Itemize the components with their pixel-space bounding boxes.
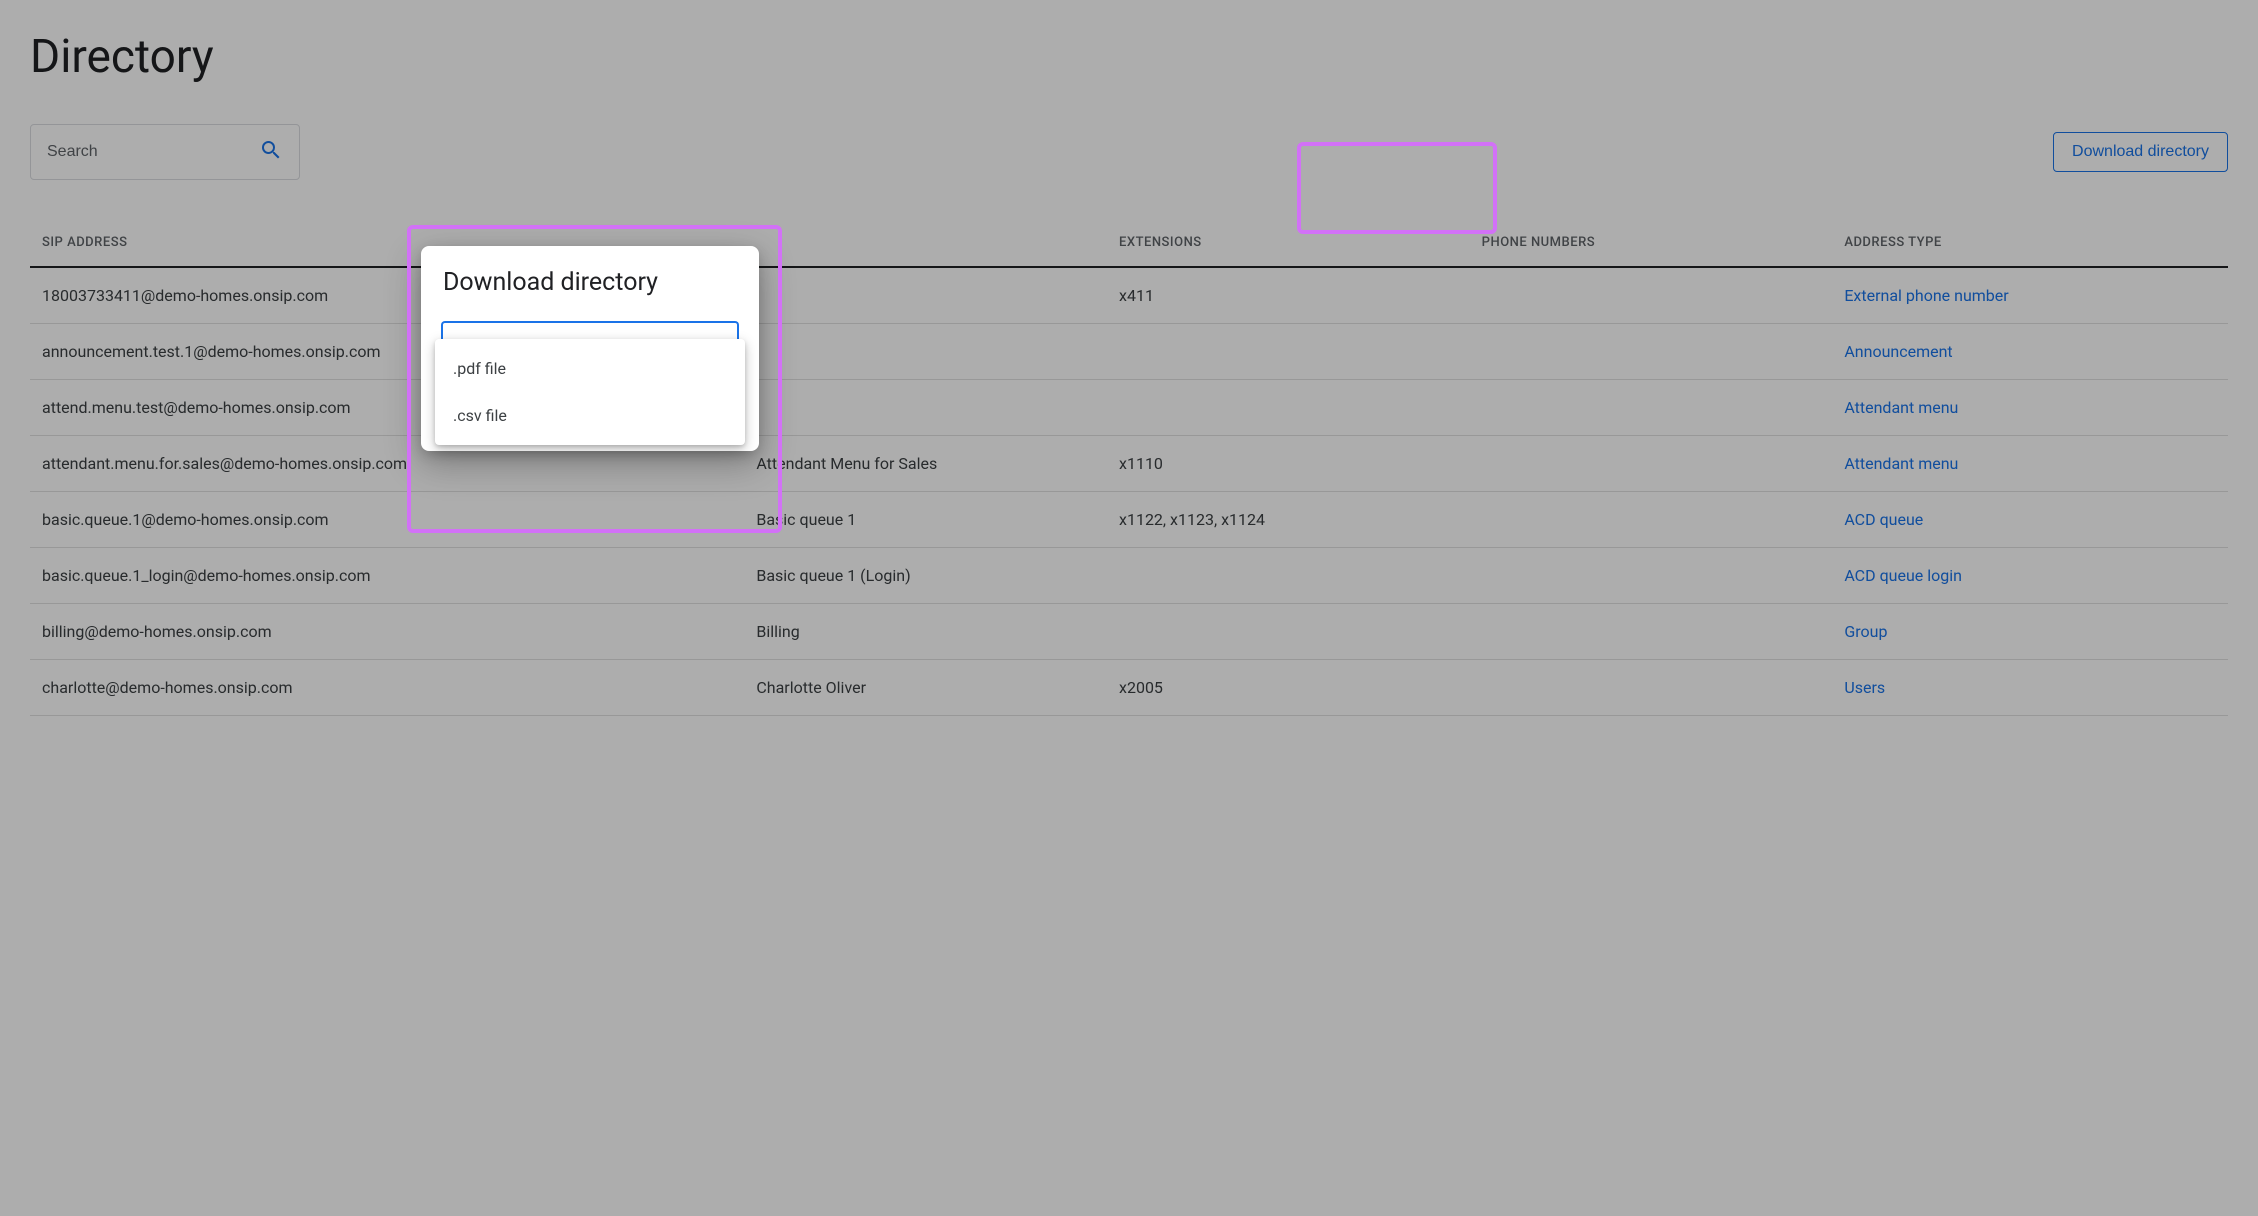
select-outline [441, 321, 739, 341]
download-dialog: Download directory .pdf file .csv file C… [421, 246, 759, 451]
file-type-select[interactable]: .pdf file .csv file [441, 321, 739, 377]
dropdown-panel: .pdf file .csv file [435, 339, 745, 445]
option-pdf[interactable]: .pdf file [435, 345, 745, 392]
dialog-title: Download directory [441, 268, 739, 297]
option-csv[interactable]: .csv file [435, 392, 745, 439]
modal-overlay[interactable]: Download directory .pdf file .csv file C… [0, 0, 2258, 1216]
